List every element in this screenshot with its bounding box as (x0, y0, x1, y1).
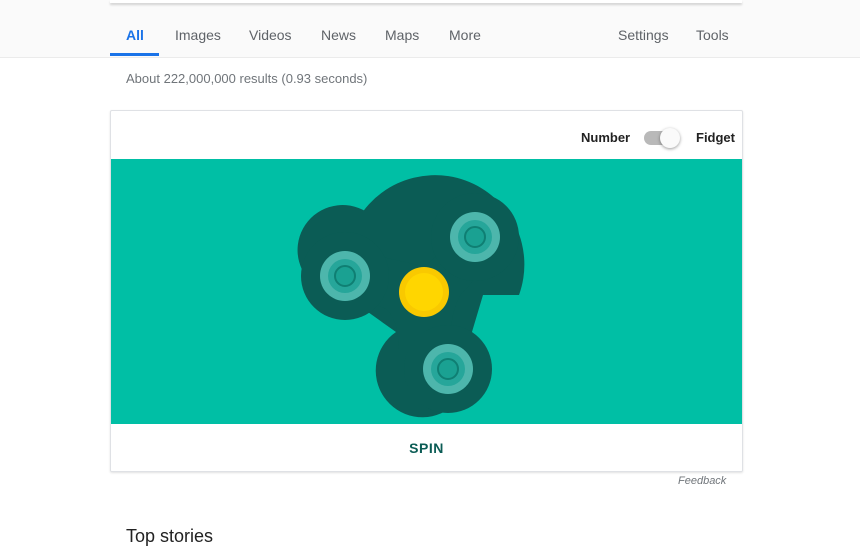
tab-news[interactable]: News (321, 27, 356, 43)
spinner-canvas (297, 175, 525, 418)
search-box-edge (110, 0, 742, 3)
tab-maps[interactable]: Maps (385, 27, 419, 43)
feedback-link[interactable]: Feedback (678, 475, 726, 487)
tab-images[interactable]: Images (175, 27, 221, 43)
tab-settings[interactable]: Settings (618, 27, 669, 43)
mode-label-number[interactable]: Number (581, 130, 630, 145)
active-tab-indicator (110, 53, 159, 56)
mode-label-fidget[interactable]: Fidget (696, 130, 735, 145)
result-stats: About 222,000,000 results (0.93 seconds) (126, 71, 368, 86)
top-navigation-bar: All Images Videos News Maps More Setting… (0, 0, 860, 58)
bearing-bottom-inner (437, 358, 459, 380)
widget-header: Number Fidget (111, 111, 742, 159)
top-stories-heading: Top stories (126, 526, 214, 546)
spinner-stage[interactable] (111, 159, 742, 424)
tab-more[interactable]: More (449, 27, 481, 43)
fidget-spinner[interactable] (297, 175, 525, 418)
bearing-left-inner (334, 265, 356, 287)
tab-tools[interactable]: Tools (696, 27, 729, 43)
tab-videos[interactable]: Videos (249, 27, 292, 43)
mode-toggle[interactable] (644, 128, 680, 148)
center-cap-inner (405, 273, 443, 311)
fidget-spinner-widget: Number Fidget SPIN (110, 110, 743, 472)
tab-all[interactable]: All (126, 27, 144, 43)
toggle-knob[interactable] (660, 128, 680, 148)
spin-button[interactable]: SPIN (111, 424, 742, 471)
bearing-top-inner (464, 226, 486, 248)
